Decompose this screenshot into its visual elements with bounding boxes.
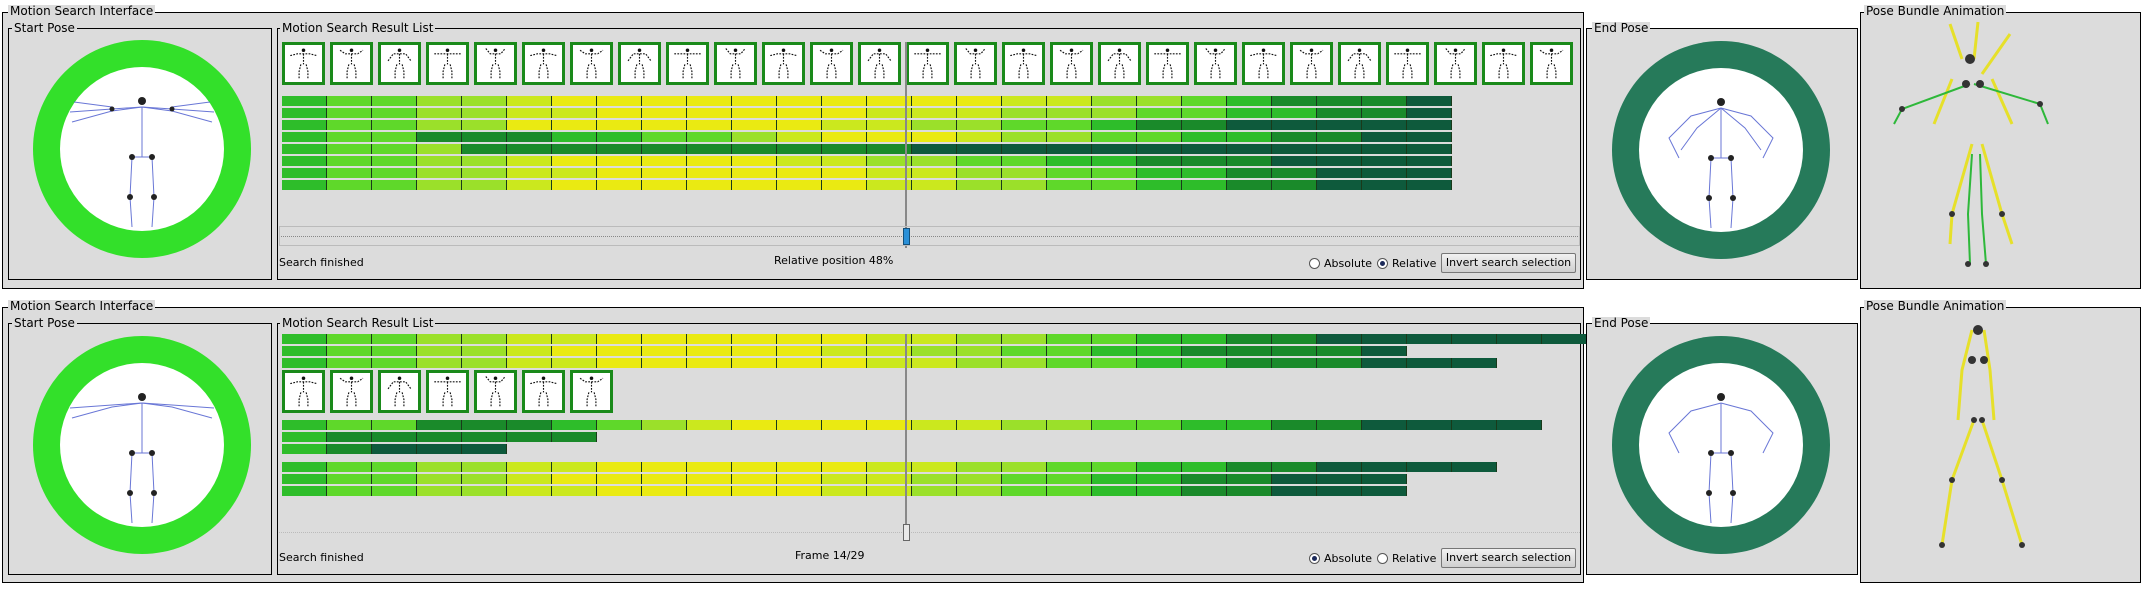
start-pose-skeleton-icon <box>69 393 215 524</box>
stick-figure-icon[interactable] <box>1050 42 1093 85</box>
result-row[interactable] <box>282 358 1497 368</box>
stick-figure-icon[interactable] <box>1194 42 1237 85</box>
search-status: Search finished <box>279 256 364 269</box>
stick-figure-icon[interactable] <box>1530 42 1573 85</box>
interface-title: Motion Search Interface <box>8 299 156 313</box>
result-row[interactable] <box>282 108 1578 118</box>
result-row[interactable] <box>282 462 1497 472</box>
stick-figure-icon[interactable] <box>474 370 517 413</box>
position-readout: Frame 14/29 <box>795 549 865 562</box>
result-list-title: Motion Search Result List <box>280 316 436 330</box>
slider-thumb[interactable] <box>903 228 910 245</box>
start-pose-skeleton-icon <box>69 97 215 228</box>
stick-figure-icon[interactable] <box>474 42 517 85</box>
result-row[interactable] <box>282 420 1542 430</box>
stick-figure-icon[interactable] <box>522 42 565 85</box>
result-row[interactable] <box>282 334 1587 344</box>
stick-figure-icon[interactable] <box>1482 42 1525 85</box>
search-status: Search finished <box>279 551 364 564</box>
stick-figure-icon[interactable] <box>1002 42 1045 85</box>
bottom-thumbnail-strip <box>282 370 618 413</box>
stick-figure-icon[interactable] <box>906 42 949 85</box>
stick-figure-icon[interactable] <box>954 42 997 85</box>
end-pose-title: End Pose <box>1592 21 1651 35</box>
invert-search-selection-button[interactable]: Invert search selection <box>1441 548 1576 568</box>
relative-radio[interactable]: Relative <box>1377 552 1436 566</box>
time-cursor <box>905 334 907 534</box>
result-row[interactable] <box>282 144 1578 154</box>
relative-radio[interactable]: Relative <box>1377 257 1436 271</box>
pose-bundle-skeleton-icon <box>1893 21 2049 267</box>
stick-figure-icon[interactable] <box>522 370 565 413</box>
position-slider[interactable] <box>279 522 1580 542</box>
result-row[interactable] <box>282 432 597 442</box>
stick-figure-icon[interactable] <box>1338 42 1381 85</box>
stick-figure-icon[interactable] <box>1146 42 1189 85</box>
start-pose-title: Start Pose <box>12 21 77 35</box>
stick-figure-icon[interactable] <box>282 42 325 85</box>
time-cursor <box>905 42 907 248</box>
slider-thumb[interactable] <box>903 524 910 541</box>
stick-figure-icon[interactable] <box>570 42 613 85</box>
bottom-result-rows <box>282 334 1587 498</box>
result-list-title: Motion Search Result List <box>280 21 436 35</box>
absolute-radio[interactable]: Absolute <box>1309 552 1372 566</box>
stick-figure-icon[interactable] <box>378 370 421 413</box>
result-row[interactable] <box>282 444 507 454</box>
end-pose-title: End Pose <box>1592 316 1651 330</box>
top-result-rows <box>282 96 1578 206</box>
result-row[interactable] <box>282 132 1578 142</box>
stick-figure-icon[interactable] <box>330 42 373 85</box>
stick-figure-icon[interactable] <box>378 42 421 85</box>
stick-figure-icon[interactable] <box>1434 42 1477 85</box>
end-pose-skeleton-icon <box>1668 98 1774 229</box>
stick-figure-icon[interactable] <box>426 42 469 85</box>
stick-figure-icon[interactable] <box>1386 42 1429 85</box>
radio-button-icon <box>1309 553 1320 564</box>
radio-button-icon <box>1377 258 1388 269</box>
position-slider[interactable] <box>279 226 1580 246</box>
stick-figure-icon[interactable] <box>282 370 325 413</box>
stick-figure-icon[interactable] <box>1290 42 1333 85</box>
invert-search-selection-button[interactable]: Invert search selection <box>1441 253 1576 273</box>
start-pose-title: Start Pose <box>12 316 77 330</box>
result-row[interactable] <box>282 156 1578 166</box>
result-row[interactable] <box>282 346 1442 356</box>
stick-figure-icon[interactable] <box>666 42 709 85</box>
result-row[interactable] <box>282 180 1578 190</box>
result-row[interactable] <box>282 120 1578 130</box>
stick-figure-icon[interactable] <box>426 370 469 413</box>
stick-figure-icon[interactable] <box>858 42 901 85</box>
stick-figure-icon[interactable] <box>714 42 757 85</box>
top-thumbnail-strip <box>282 42 1578 85</box>
radio-button-icon <box>1377 553 1388 564</box>
result-row[interactable] <box>282 96 1578 106</box>
stick-figure-icon[interactable] <box>1242 42 1285 85</box>
stick-figure-icon[interactable] <box>330 370 373 413</box>
stick-figure-icon[interactable] <box>762 42 805 85</box>
result-row[interactable] <box>282 168 1578 178</box>
end-pose-skeleton-icon <box>1668 393 1774 524</box>
interface-title: Motion Search Interface <box>8 4 156 18</box>
stick-figure-icon[interactable] <box>618 42 661 85</box>
radio-button-icon <box>1309 258 1320 269</box>
stick-figure-icon[interactable] <box>570 370 613 413</box>
result-row[interactable] <box>282 474 1442 484</box>
stick-figure-icon[interactable] <box>1098 42 1141 85</box>
result-row[interactable] <box>282 486 1407 496</box>
position-readout: Relative position 48% <box>774 254 894 267</box>
pose-bundle-skeleton-icon <box>1939 325 2025 548</box>
absolute-radio[interactable]: Absolute <box>1309 257 1372 271</box>
stick-figure-icon[interactable] <box>810 42 853 85</box>
